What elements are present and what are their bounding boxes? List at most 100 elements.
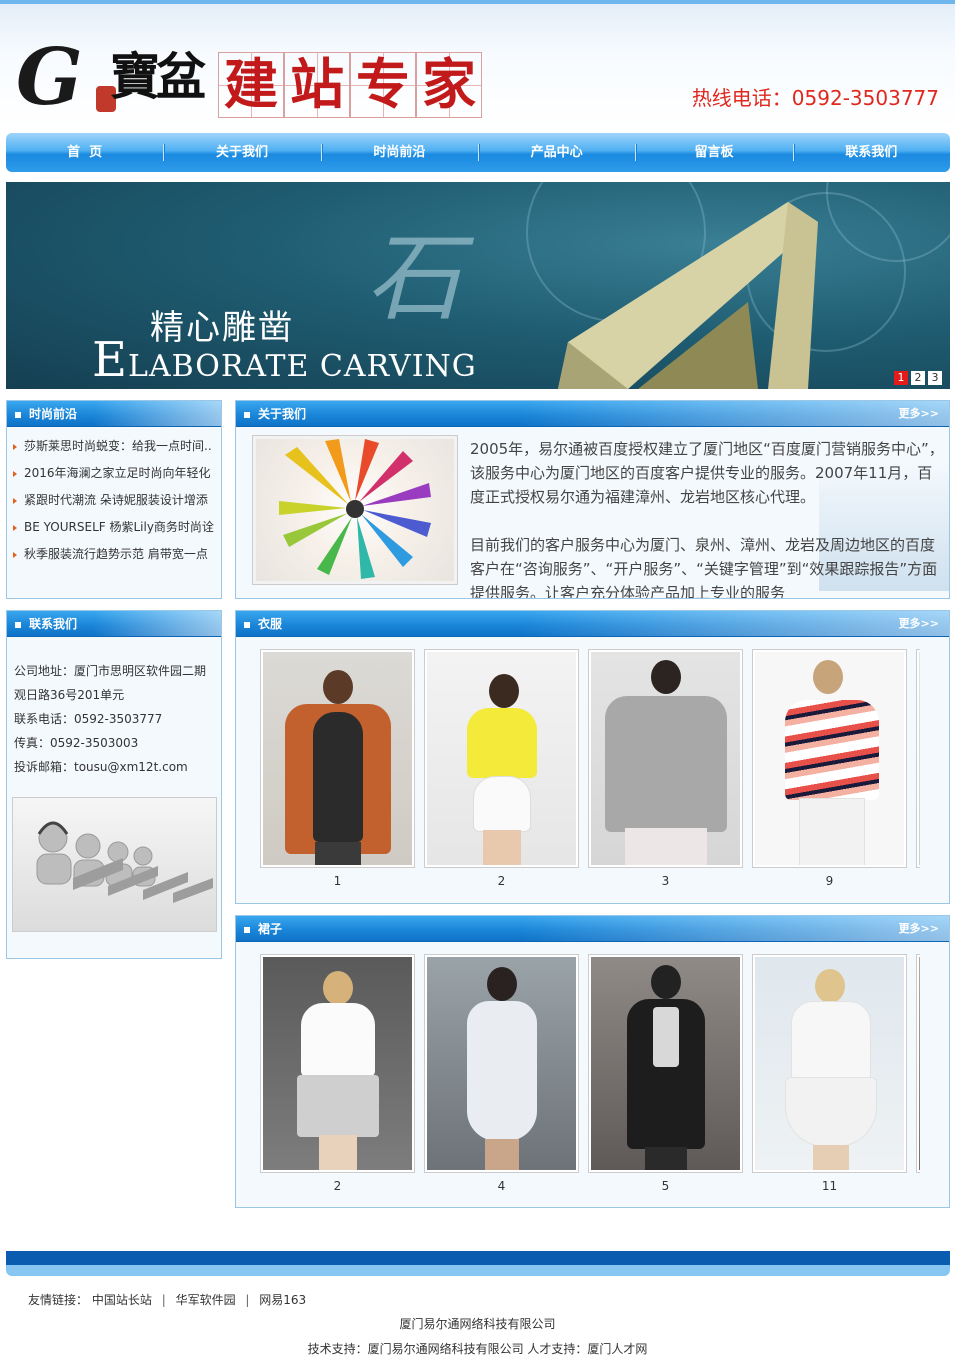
product-caption: 4 (497, 1179, 506, 1193)
contact-info: 公司地址：厦门市思明区软件园二期 观日路36号201单元 联系电话：0592-3… (7, 637, 221, 779)
slide-dot[interactable]: 1 (894, 371, 908, 385)
skirts-panel-header: 裙子 更多>> (236, 916, 949, 942)
nav-products[interactable]: 产品中心 (477, 133, 635, 172)
footer-bar (6, 1251, 950, 1265)
about-text: 2005年，易尔通被百度授权建立了厦门地区“百度厦门营销服务中心”，该服务中心为… (470, 437, 944, 599)
logo-calligraphy: 寶盆 (110, 47, 206, 106)
square-bullet-icon (244, 926, 250, 933)
arrow-right-icon (13, 443, 17, 450)
product-card-partial[interactable] (916, 649, 920, 889)
product-photo (424, 649, 579, 868)
contact-address-2: 观日路36号201单元 (14, 688, 125, 702)
about-panel-header: 关于我们 更多>> (236, 401, 949, 427)
footer-company: 厦门易尔通网络科技有限公司 (399, 1317, 556, 1331)
nav-about[interactable]: 关于我们 (163, 133, 320, 172)
product-caption: 11 (821, 1179, 838, 1193)
logo-char: 家 (422, 53, 476, 116)
friend-link[interactable]: 中国站长站 (92, 1293, 152, 1307)
product-card-partial[interactable] (916, 954, 920, 1194)
clothes-more-link[interactable]: 更多>> (899, 611, 939, 637)
product-card[interactable]: 11 (752, 954, 907, 1194)
product-caption: 5 (661, 1179, 670, 1193)
product-card[interactable]: 9 (752, 649, 907, 889)
logo-char: 建 (224, 53, 278, 116)
footer-support: 技术支持：厦门易尔通网络科技有限公司 人才支持：厦门人才网 (307, 1342, 648, 1356)
link-separator: | (161, 1293, 166, 1307)
news-item[interactable]: 秋季服装流行趋势示范 肩带宽一点 (13, 541, 215, 568)
news-list: 莎斯莱思时尚蜕变：给我一点时间.. 2016年海澜之家立足时尚向年轻化 紧跟时代… (7, 427, 221, 568)
skirts-gallery: 2 4 5 11 (260, 954, 920, 1194)
logo-char: 站 (290, 53, 344, 116)
about-panel-title: 关于我们 (244, 401, 306, 427)
site-logo[interactable]: G 寶盆 建 站 专 家 (14, 34, 484, 124)
news-item[interactable]: BE YOURSELF 杨紫Lily商务时尚诠 (13, 514, 215, 541)
clothes-panel-header: 衣服 更多>> (236, 611, 949, 637)
slide-dot[interactable]: 3 (928, 371, 942, 385)
contact-address: 公司地址：厦门市思明区软件园二期 (14, 664, 207, 678)
skirts-panel-title: 裙子 (244, 916, 282, 942)
logo-letter: G (16, 32, 83, 123)
news-panel: 时尚前沿 莎斯莱思时尚蜕变：给我一点时间.. 2016年海澜之家立足时尚向年轻化… (6, 400, 222, 599)
friend-links-label: 友情链接： (28, 1293, 89, 1307)
friend-link[interactable]: 华军软件园 (176, 1293, 236, 1307)
arrow-right-icon (13, 551, 17, 558)
nav-contact[interactable]: 联系我们 (792, 133, 950, 172)
customer-service-image (12, 797, 217, 932)
contact-panel-title: 联系我们 (15, 611, 77, 637)
product-card[interactable]: 4 (424, 954, 579, 1194)
about-paragraph: 2005年，易尔通被百度授权建立了厦门地区“百度厦门营销服务中心”，该服务中心为… (470, 440, 944, 506)
product-photo (916, 649, 920, 868)
logo-title-grid: 建 站 专 家 (218, 52, 482, 118)
product-caption: 1 (333, 874, 342, 888)
slide-dot[interactable]: 2 (911, 371, 925, 385)
banner-glyph: 石 (366, 222, 462, 334)
product-photo (260, 649, 415, 868)
contact-panel-header: 联系我们 (7, 611, 222, 637)
product-card[interactable]: 2 (424, 649, 579, 889)
square-bullet-icon (15, 621, 21, 628)
slide-indicators: 1 2 3 (894, 371, 942, 385)
about-paragraph: 目前我们的客户服务中心为厦门、泉州、漳州、龙岩及周边地区的百度客户在“咨询服务”… (470, 536, 938, 599)
square-bullet-icon (244, 411, 250, 418)
nav-guestbook[interactable]: 留言板 (635, 133, 792, 172)
contact-panel: 联系我们 公司地址：厦门市思明区软件园二期 观日路36号201单元 联系电话：0… (6, 610, 222, 959)
banner-en-text: ELABORATE CARVING (92, 332, 477, 388)
product-photo (752, 954, 907, 1173)
news-item[interactable]: 紧跟时代潮流 朵诗妮服装设计增添 (13, 487, 215, 514)
product-caption: 9 (825, 874, 834, 888)
footer-bar-light (6, 1265, 950, 1276)
skirts-more-link[interactable]: 更多>> (899, 916, 939, 942)
clothes-panel-title: 衣服 (244, 611, 282, 637)
news-item[interactable]: 2016年海澜之家立足时尚向年轻化 (13, 460, 215, 487)
friend-links: 友情链接： 中国站长站 | 华军软件园 | 网易163 (28, 1291, 306, 1308)
hero-banner[interactable]: 石 精心雕凿 ELABORATE CARVING 1 2 3 (6, 182, 950, 389)
product-photo (752, 649, 907, 868)
product-photo (916, 954, 920, 1173)
product-card[interactable]: 2 (260, 954, 415, 1194)
product-card[interactable]: 1 (260, 649, 415, 889)
product-photo (260, 954, 415, 1173)
logo-char: 专 (356, 53, 410, 116)
product-caption: 3 (661, 874, 670, 888)
news-item[interactable]: 莎斯莱思时尚蜕变：给我一点时间.. (13, 433, 215, 460)
clothes-panel: 衣服 更多>> 1 2 3 9 (235, 610, 950, 904)
banner-en-initial: E (92, 332, 129, 388)
product-photo (424, 954, 579, 1173)
friend-link[interactable]: 网易163 (259, 1293, 306, 1307)
product-card[interactable]: 3 (588, 649, 743, 889)
square-bullet-icon (15, 411, 21, 418)
arrow-right-icon (13, 524, 17, 531)
contact-email: 投诉邮箱：tousu@xm12t.com (14, 760, 188, 774)
nav-home[interactable]: 首 页 (6, 133, 163, 172)
arrow-right-icon (13, 497, 17, 504)
hotline-text: 热线电话：0592-3503777 (691, 86, 939, 110)
banner-en-rest: LABORATE CARVING (128, 349, 477, 384)
skirts-panel: 裙子 更多>> 2 4 5 11 (235, 915, 950, 1208)
about-more-link[interactable]: 更多>> (899, 401, 939, 427)
product-card[interactable]: 5 (588, 954, 743, 1194)
site-header: G 寶盆 建 站 专 家 热线电话：0592-3503777 (0, 4, 955, 130)
link-separator: | (245, 1293, 250, 1307)
nav-fashion[interactable]: 时尚前沿 (320, 133, 478, 172)
about-panel: 关于我们 更多>> 2005年，易尔通被百度授权建立了厦门地区“百度厦门营销服务… (235, 400, 950, 599)
contact-phone: 联系电话：0592-3503777 (14, 712, 163, 726)
